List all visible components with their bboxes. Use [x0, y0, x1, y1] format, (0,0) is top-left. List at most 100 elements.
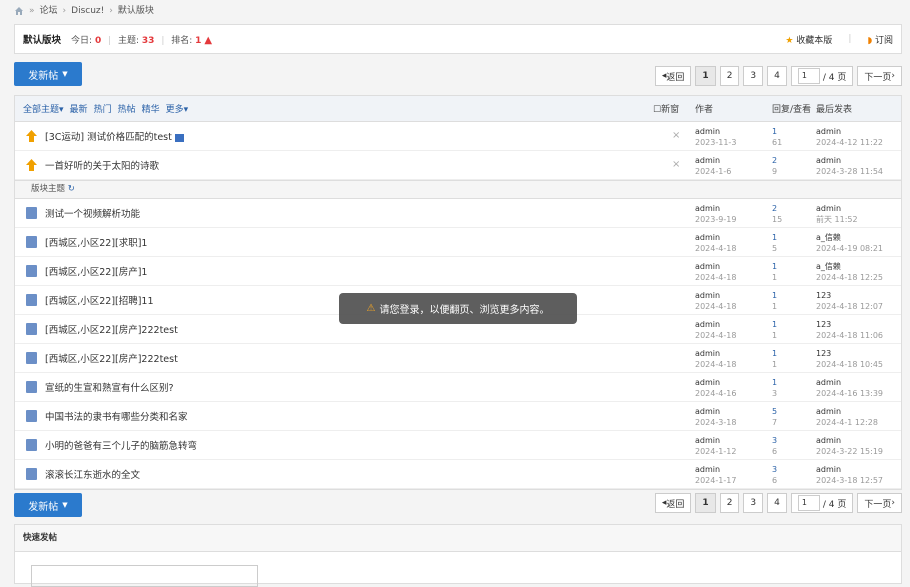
breadcrumb-current[interactable]: 默认版块 [118, 0, 154, 22]
page-1[interactable]: 1 [695, 493, 716, 513]
thread-row[interactable]: 小明的爸爸有三个儿子的脑筋急转弯 admin 2024-1-12 3 6 admin 202… [15, 431, 901, 460]
pinned-icon [26, 130, 37, 142]
thread-last-post: admin 2024-3-22 15:19 [816, 436, 883, 456]
thread-author: admin 2023-11-3 [695, 127, 737, 147]
thread-counts: 29 [772, 156, 778, 176]
thread-last-post: a_信赖 2024-4-18 12:25 [816, 262, 883, 282]
thread-row[interactable]: [3C运动] 测试价格匹配的test × admin 2023-11-3 1 61 adm… [15, 122, 901, 151]
thread-last-post: admin 2024-4-1 12:28 [816, 407, 878, 427]
thread-title[interactable]: [西城区,小区22][房产]222test [45, 351, 178, 365]
thread-author: admin 2024-4-18 [695, 349, 737, 369]
next-page-button[interactable]: 下一页 › [857, 493, 902, 513]
page-3[interactable]: 3 [743, 66, 764, 86]
thread-title[interactable]: 一首好听的关于太阳的诗歌 [45, 158, 159, 172]
thread-title[interactable]: [西城区,小区22][求职]1 [45, 235, 147, 249]
back-button[interactable]: ◂ 返回 [654, 493, 692, 513]
thread-title[interactable]: 中国书法的隶书有哪些分类和名家 [45, 409, 188, 423]
thread-row[interactable]: 一首好听的关于太阳的诗歌 × admin 2024-1-6 2 9 admin 2024-3-… [15, 151, 901, 180]
quick-post-title: 快速发帖 [15, 525, 901, 552]
thread-title[interactable]: [3C运动] 测试价格匹配的test [45, 129, 184, 143]
close-icon[interactable]: × [672, 130, 680, 141]
filter-latest[interactable]: 最新 [70, 102, 88, 115]
page-2[interactable]: 2 [719, 493, 740, 513]
thread-title[interactable]: [西城区,小区22][招聘]11 [45, 293, 154, 307]
thread-icon [26, 207, 37, 219]
thread-row[interactable]: [西城区,小区22][房产]222test admin 2024-4-18 1 1 123… [15, 344, 901, 373]
page-2[interactable]: 2 [719, 66, 740, 86]
new-post-button[interactable]: 发新帖 ▼ [14, 62, 82, 86]
page: » 论坛 › Discuz! › 默认版块 默认版块 今日: 0 | 主题: 3… [14, 0, 902, 587]
thread-title[interactable]: [西城区,小区22][房产]222test [45, 322, 178, 336]
thread-title[interactable]: 滚滚长江东逝水的全文 [45, 467, 140, 481]
warning-icon: ⚠ [366, 303, 376, 314]
thread-last-post: 123 2024-4-18 12:07 [816, 291, 883, 311]
next-page-button[interactable]: 下一页 › [857, 66, 902, 86]
page-3[interactable]: 3 [743, 493, 764, 513]
refresh-icon[interactable]: ↻ [68, 184, 75, 194]
thread-icon [26, 323, 37, 335]
thread-author: admin 2024-4-16 [695, 378, 737, 398]
home-icon[interactable] [14, 6, 24, 16]
thread-last-post: 123 2024-4-18 11:06 [816, 320, 883, 340]
subscribe-button[interactable]: ◗ 订阅 [867, 33, 893, 46]
forum-name: 默认版块 [23, 35, 62, 46]
thread-icon [26, 352, 37, 364]
filter-all[interactable]: 全部主题▾ [23, 102, 64, 115]
quick-post-panel: 快速发帖 [14, 524, 902, 587]
col-last: 最后发表 [816, 105, 853, 115]
thread-title[interactable]: [西城区,小区22][房产]1 [45, 264, 147, 278]
breadcrumb-site[interactable]: Discuz! [71, 0, 104, 22]
thread-last-post: admin 2024-4-12 11:22 [816, 127, 883, 147]
breadcrumb-sep: » [29, 6, 35, 16]
filter-more[interactable]: 更多▾ [166, 102, 189, 115]
pager-top: ◂ 返回 1 2 3 4 1/ 4 页 下一页 › [654, 66, 902, 86]
thread-title[interactable]: 宣纸的生宣和熟宣有什么区别? [45, 380, 174, 394]
page-4[interactable]: 4 [767, 493, 787, 513]
rss-icon: ◗ [867, 35, 873, 46]
back-button[interactable]: ◂ 返回 [654, 66, 692, 86]
new-window-checkbox[interactable]: ☐新窗 [653, 102, 679, 115]
quick-post-subject-input[interactable] [31, 565, 258, 587]
favorite-button[interactable]: ★ 收藏本版 [785, 33, 832, 46]
breadcrumb-forum[interactable]: 论坛 [40, 0, 58, 22]
forum-stats: 今日: 0 | 主题: 33 | 排名: 1 ▲ [71, 34, 213, 46]
star-icon: ★ [785, 35, 794, 46]
thread-row[interactable]: [西城区,小区22][求职]1 admin 2024-4-18 1 5 a_信赖 2024-… [15, 228, 901, 257]
section-label: 版块主题 ↻ [15, 180, 901, 199]
thread-author: admin 2024-1-12 [695, 436, 737, 456]
page-input[interactable]: 1 [797, 68, 820, 84]
col-author: 作者 [695, 105, 714, 115]
filter-hot[interactable]: 热门 [94, 102, 112, 115]
page-input[interactable]: 1 [797, 495, 820, 511]
new-post-button-bottom[interactable]: 发新帖 ▼ [14, 493, 82, 517]
thread-row[interactable]: 测试一个视频解析功能 admin 2023-9-19 2 15 admin 前天 11:52 [15, 199, 901, 228]
filter-hotpost[interactable]: 热帖 [118, 102, 136, 115]
thread-last-post: admin 2024-3-28 11:54 [816, 156, 883, 176]
pinned-icon [26, 159, 37, 171]
thread-counts: 57 [772, 407, 778, 427]
page-4[interactable]: 4 [767, 66, 787, 86]
thread-author: admin 2024-4-18 [695, 262, 737, 282]
filter-digest[interactable]: 精华 [142, 102, 160, 115]
thread-counts: 11 [772, 349, 778, 369]
thread-icon [26, 294, 37, 306]
col-replies: 回复/查看 [772, 105, 812, 115]
thread-list-header: 全部主题▾ 最新 热门 热帖 精华 更多▾ ☐新窗 作者 回复/查看 最后发表 [15, 96, 901, 122]
thread-icon [26, 410, 37, 422]
thread-row[interactable]: 滚滚长江东逝水的全文 admin 2024-1-17 3 6 admin 2024-3-18… [15, 460, 901, 489]
thread-counts: 11 [772, 320, 778, 340]
thread-row[interactable]: 宣纸的生宣和熟宣有什么区别? admin 2024-4-16 1 3 admin 2024-… [15, 373, 901, 402]
thread-title[interactable]: 小明的爸爸有三个儿子的脑筋急转弯 [45, 438, 197, 452]
thread-row[interactable]: [西城区,小区22][房产]1 admin 2024-4-18 1 1 a_信赖 2024-… [15, 257, 901, 286]
page-1[interactable]: 1 [695, 66, 716, 86]
thread-counts: 1 61 [772, 127, 783, 147]
thread-title[interactable]: 测试一个视频解析功能 [45, 206, 140, 220]
thread-row[interactable]: 中国书法的隶书有哪些分类和名家 admin 2024-3-18 5 7 admin 2024… [15, 402, 901, 431]
thread-last-post: 123 2024-4-18 10:45 [816, 349, 883, 369]
page-jump: 1/ 4 页 [790, 493, 854, 513]
thread-icon [26, 439, 37, 451]
thread-icon [26, 265, 37, 277]
thread-last-post: a_信赖 2024-4-19 08:21 [816, 233, 883, 253]
thread-counts: 13 [772, 378, 778, 398]
close-icon[interactable]: × [672, 159, 680, 170]
